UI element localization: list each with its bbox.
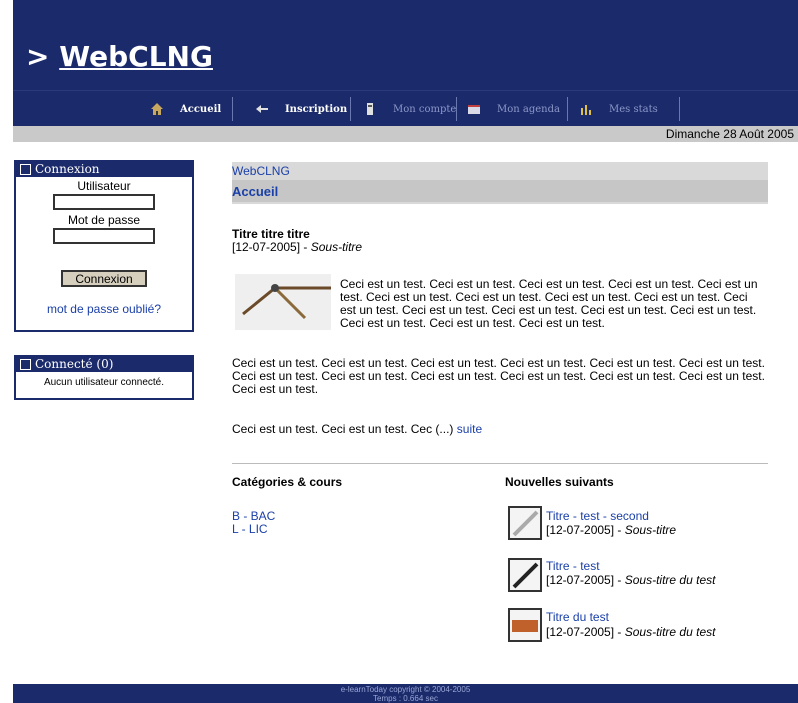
categories-title: Catégories & cours: [232, 475, 343, 489]
site-title-prefix: >: [26, 40, 50, 73]
nav-label: Mon agenda: [497, 103, 560, 115]
news-subtitle: Sous-titre: [624, 523, 677, 537]
login-icon: [20, 164, 31, 175]
news-sep: -: [617, 625, 622, 639]
connected-users-panel: Connecté (0) Aucun utilisateur connecté.: [14, 355, 194, 400]
news-date: [12-07-2005]: [546, 523, 615, 537]
news-sep: -: [617, 573, 622, 587]
breadcrumb-site-link[interactable]: WebCLNG: [232, 164, 290, 178]
connected-panel-header: Connecté (0): [16, 357, 192, 372]
password-label: Mot de passe: [67, 213, 141, 227]
news-item-meta: [12-07-2005] - Sous-titre du test: [546, 574, 715, 587]
username-input[interactable]: [53, 194, 155, 210]
stats-icon: [579, 102, 593, 116]
site-title[interactable]: > WebCLNG: [26, 40, 213, 73]
nav-label: Inscription: [285, 103, 348, 115]
news-item-link[interactable]: Titre - test - second: [546, 510, 649, 523]
nav-item-mon-agenda[interactable]: Mon agenda: [467, 91, 560, 127]
page-title: Accueil: [232, 184, 279, 199]
nav-divider: [350, 97, 351, 121]
article-excerpt: Ceci est un test. Ceci est un test. Cec …: [232, 422, 454, 436]
nav-item-mon-compte[interactable]: Mon compte: [363, 91, 456, 127]
news-subtitle: Sous-titre du test: [624, 625, 716, 639]
home-icon: [150, 102, 164, 116]
article-paragraph-1: Ceci est un test. Ceci est un test. Ceci…: [340, 277, 758, 330]
article-subtitle: Sous-titre: [310, 240, 363, 254]
site-footer: e-learnToday copyright © 2004-2005 Temps…: [13, 684, 798, 703]
nav-label: Accueil: [180, 103, 222, 115]
forgot-password-link[interactable]: mot de passe oublié?: [47, 302, 161, 316]
article-paragraph-3: Ceci est un test. Ceci est un test. Cec …: [232, 423, 482, 436]
news-item-meta: [12-07-2005] - Sous-titre du test: [546, 626, 715, 639]
breadcrumb-page-bar: [232, 180, 768, 202]
category-link-lic[interactable]: L - LIC: [232, 523, 268, 536]
connected-panel-title: Connecté (0): [35, 357, 114, 371]
login-panel-title: Connexion: [35, 162, 100, 176]
read-more-link[interactable]: suite: [457, 422, 482, 436]
article-paragraph-2: Ceci est un test. Ceci est un test. Ceci…: [232, 356, 765, 396]
nav-divider: [679, 97, 680, 121]
no-users-message: Aucun utilisateur connecté.: [43, 377, 165, 388]
news-date: [12-07-2005]: [546, 573, 615, 587]
account-icon: [363, 102, 377, 116]
footer-copyright: e-learnToday copyright © 2004-2005: [340, 685, 471, 694]
nav-divider: [456, 97, 457, 121]
article-image: [235, 274, 331, 330]
nav-divider: [232, 97, 233, 121]
news-sep: -: [617, 523, 622, 537]
date-bar: Dimanche 28 Août 2005: [13, 126, 798, 142]
nav-divider: [567, 97, 568, 121]
article-meta: [12-07-2005] - Sous-titre: [232, 241, 362, 254]
current-date: Dimanche 28 Août 2005: [665, 127, 794, 141]
news-item-link[interactable]: Titre - test: [546, 560, 600, 573]
login-button[interactable]: Connexion: [61, 270, 147, 287]
news-item-meta: [12-07-2005] - Sous-titre: [546, 524, 676, 537]
news-thumbnail[interactable]: [508, 558, 542, 592]
footer-timing: Temps : 0.664 sec: [373, 694, 438, 703]
news-item-link[interactable]: Titre du test: [546, 611, 609, 624]
article-sep: -: [303, 240, 308, 254]
login-panel-header: Connexion: [16, 162, 192, 177]
site-title-link[interactable]: WebCLNG: [59, 40, 213, 73]
nav-item-accueil[interactable]: Accueil: [150, 91, 221, 127]
nav-label: Mes stats: [609, 103, 658, 115]
nav-item-inscription[interactable]: Inscription: [255, 91, 347, 127]
calendar-icon: [467, 102, 481, 116]
login-panel: Connexion Utilisateur Mot de passe Conne…: [14, 160, 194, 332]
username-label: Utilisateur: [77, 179, 131, 193]
article-date: [12-07-2005]: [232, 240, 301, 254]
news-title: Nouvelles suivants: [505, 475, 614, 489]
register-icon: [255, 102, 269, 116]
main-navigation: Accueil Inscription Mon compte Mon agend…: [13, 90, 798, 127]
password-input[interactable]: [53, 228, 155, 244]
news-date: [12-07-2005]: [546, 625, 615, 639]
news-thumbnail[interactable]: [508, 608, 542, 642]
users-icon: [20, 359, 31, 370]
news-subtitle: Sous-titre du test: [624, 573, 716, 587]
section-divider: [232, 463, 768, 464]
nav-label: Mon compte: [393, 103, 457, 115]
nav-item-mes-stats[interactable]: Mes stats: [579, 91, 658, 127]
news-thumbnail[interactable]: [508, 506, 542, 540]
